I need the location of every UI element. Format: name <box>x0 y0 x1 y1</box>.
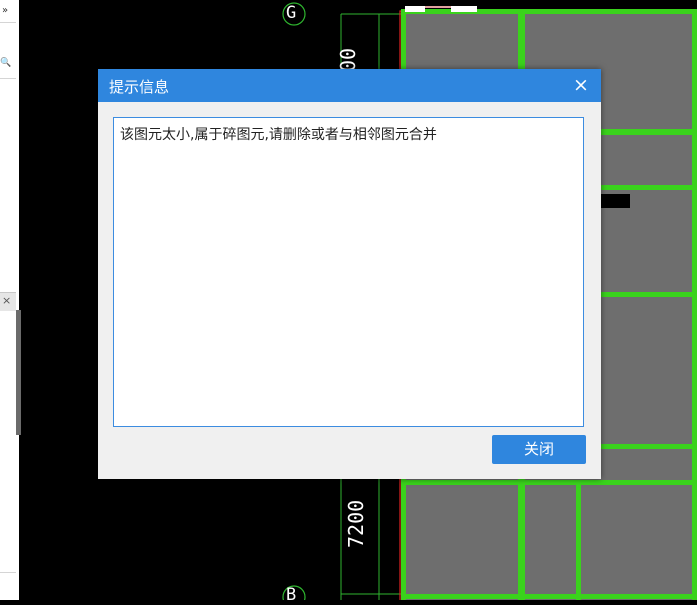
dialog-title-bar[interactable]: 提示信息 × <box>98 69 601 102</box>
beam[interactable] <box>692 12 697 600</box>
info-dialog: 提示信息 × 该图元太小,属于碎图元,请删除或者与相邻图元合并 关闭 <box>98 69 601 479</box>
left-side-panel: » 🔍 × <box>0 0 19 600</box>
list-row[interactable] <box>0 546 16 573</box>
search-icon[interactable]: 🔍 <box>0 58 11 68</box>
axis-label-b: B <box>286 585 297 605</box>
close-button[interactable]: 关闭 <box>492 435 586 464</box>
beam[interactable] <box>401 9 697 14</box>
top-marker <box>405 6 425 12</box>
top-marker <box>425 6 451 8</box>
top-marker <box>451 6 477 12</box>
list-row[interactable] <box>0 364 16 391</box>
axis-label-g: G <box>286 3 297 23</box>
message-text: 该图元太小,属于碎图元,请删除或者与相邻图元合并 <box>120 127 437 143</box>
list-row[interactable] <box>0 468 16 495</box>
dimension-text-bottom: 7200 <box>344 499 368 548</box>
list-row[interactable] <box>0 416 16 443</box>
close-icon[interactable]: × <box>569 73 593 97</box>
list-row[interactable] <box>0 494 16 521</box>
left-lower-panel-header: × <box>0 292 16 311</box>
black-block <box>596 194 630 208</box>
panel-close-icon[interactable]: × <box>2 295 11 306</box>
expand-chevron-icon[interactable]: » <box>2 6 8 16</box>
beam[interactable] <box>576 480 581 600</box>
list-row[interactable] <box>0 336 16 365</box>
list-row[interactable] <box>0 520 16 547</box>
list-row[interactable] <box>0 442 16 469</box>
list-row[interactable] <box>0 390 16 417</box>
left-search-row: 🔍 <box>0 48 16 79</box>
dialog-title: 提示信息 <box>109 79 170 96</box>
beam[interactable] <box>401 594 697 599</box>
left-toolbar-row: » <box>0 0 16 23</box>
beam[interactable] <box>401 480 697 485</box>
message-textbox[interactable]: 该图元太小,属于碎图元,请删除或者与相邻图元合并 <box>113 117 584 427</box>
